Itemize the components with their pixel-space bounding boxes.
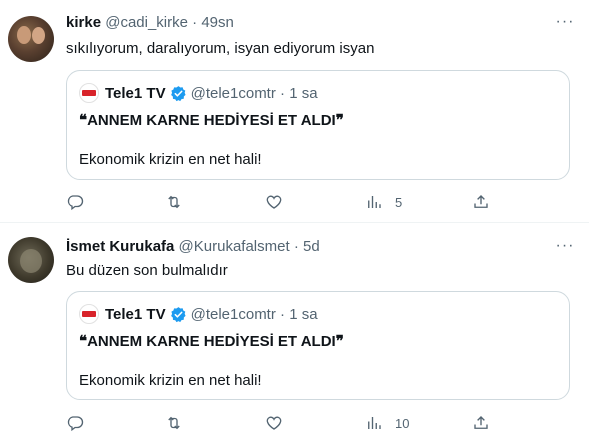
quoted-tweet[interactable]: Tele1 TV @tele1comtr · 1 sa ❝ANNEM KARNE…: [66, 291, 570, 400]
like-button[interactable]: [265, 190, 283, 214]
like-button[interactable]: [265, 411, 283, 435]
retweet-button[interactable]: [165, 411, 183, 435]
avatar[interactable]: [8, 16, 54, 62]
reply-icon: [67, 416, 84, 432]
avatar[interactable]: [8, 237, 54, 283]
tele1-logo: [82, 90, 96, 96]
quoted-author-name[interactable]: Tele1 TV: [105, 85, 166, 102]
quoted-tweet-header: Tele1 TV @tele1comtr · 1 sa: [79, 304, 318, 324]
timestamp[interactable]: 49sn: [201, 14, 234, 31]
quoted-avatar[interactable]: [79, 304, 99, 324]
separator: ·: [192, 14, 198, 31]
quoted-text: Ekonomik krizin en net hali!: [79, 151, 262, 168]
retweet-icon: [168, 416, 180, 430]
timestamp[interactable]: 5d: [303, 238, 320, 255]
quoted-timestamp[interactable]: 1 sa: [289, 85, 317, 102]
author-name[interactable]: kirke: [66, 14, 101, 31]
tele1-logo: [82, 311, 96, 317]
views-icon: [368, 417, 381, 429]
views-count: 10: [395, 415, 410, 431]
avatar-face: [20, 249, 42, 273]
quoted-text: Ekonomik krizin en net hali!: [79, 372, 262, 389]
tweet-actions: 10: [60, 411, 500, 435]
tweet[interactable]: kirke @cadi_kirke · 49sn ··· sıkılıyorum…: [0, 0, 589, 223]
separator: ·: [293, 238, 299, 255]
tweet-header: kirke @cadi_kirke · 49sn: [66, 14, 234, 32]
quoted-headline: ❝ANNEM KARNE HEDİYESİ ET ALDI❞: [79, 333, 344, 350]
quoted-author-name[interactable]: Tele1 TV: [105, 306, 166, 323]
views-icon: [368, 196, 381, 208]
views-button[interactable]: 10: [365, 411, 409, 435]
views-count: 5: [395, 194, 403, 210]
reply-button[interactable]: [66, 190, 84, 214]
share-icon: [474, 195, 488, 208]
verified-icon: [170, 306, 186, 322]
tweet-header: İsmet Kurukafa @Kurukafalsmet · 5d: [66, 238, 320, 256]
like-icon: [266, 195, 282, 209]
more-icon[interactable]: ···: [555, 12, 575, 32]
share-button[interactable]: [472, 411, 490, 435]
author-name[interactable]: İsmet Kurukafa: [66, 238, 174, 255]
quoted-avatar[interactable]: [79, 83, 99, 103]
quoted-author-handle[interactable]: @tele1comtr: [191, 85, 276, 102]
more-icon[interactable]: ···: [555, 236, 575, 256]
share-button[interactable]: [472, 190, 490, 214]
quoted-timestamp[interactable]: 1 sa: [289, 306, 317, 323]
like-icon: [266, 416, 282, 430]
tweet-text: sıkılıyorum, daralıyorum, isyan ediyorum…: [66, 40, 375, 57]
retweet-icon: [168, 195, 180, 209]
separator: ·: [280, 305, 286, 323]
separator: ·: [280, 84, 286, 102]
views-button[interactable]: 5: [365, 190, 402, 214]
retweet-button[interactable]: [165, 190, 183, 214]
quoted-headline: ❝ANNEM KARNE HEDİYESİ ET ALDI❞: [79, 112, 344, 129]
verified-icon: [170, 85, 186, 101]
quoted-tweet-header: Tele1 TV @tele1comtr · 1 sa: [79, 83, 318, 103]
reply-icon: [67, 195, 84, 211]
author-handle[interactable]: @Kurukafalsmet: [179, 238, 290, 255]
tweet-text: Bu düzen son bulmalıdır: [66, 262, 228, 279]
avatar-face: [32, 27, 45, 44]
avatar-face: [17, 26, 31, 44]
author-handle[interactable]: @cadi_kirke: [105, 14, 188, 31]
share-icon: [474, 416, 488, 429]
tweet-actions: 5: [60, 190, 500, 214]
reply-button[interactable]: [66, 411, 84, 435]
quoted-tweet[interactable]: Tele1 TV @tele1comtr · 1 sa ❝ANNEM KARNE…: [66, 70, 570, 180]
quoted-author-handle[interactable]: @tele1comtr: [191, 306, 276, 323]
